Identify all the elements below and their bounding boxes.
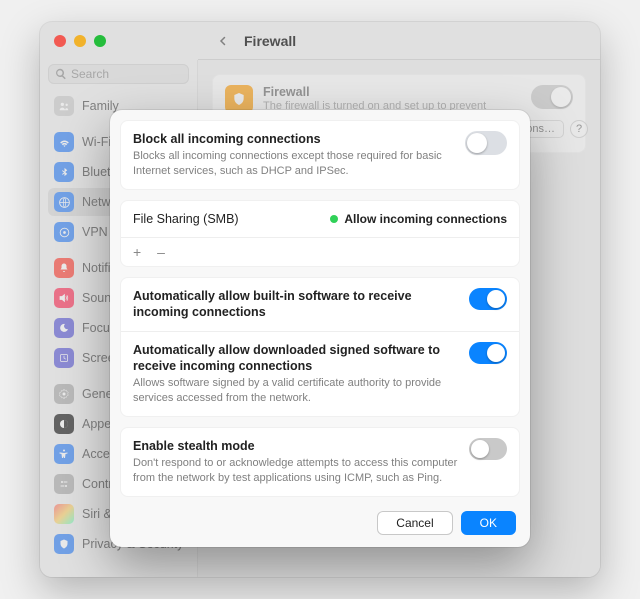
row-file-sharing[interactable]: File Sharing (SMB) Allow incoming connec… bbox=[121, 201, 519, 237]
stealth-toggle[interactable] bbox=[469, 438, 507, 460]
modal-overlay: Block all incoming connections Blocks al… bbox=[40, 22, 600, 577]
auto-signed-desc: Allows software signed by a valid certif… bbox=[133, 376, 459, 406]
row-auto-builtin: Automatically allow built-in software to… bbox=[121, 278, 519, 331]
status-dot-icon bbox=[330, 215, 338, 223]
block-all-desc: Blocks all incoming connections except t… bbox=[133, 149, 455, 179]
row-block-all: Block all incoming connections Blocks al… bbox=[121, 121, 519, 189]
file-sharing-label: File Sharing (SMB) bbox=[133, 211, 320, 227]
auto-signed-title: Automatically allow downloaded signed so… bbox=[133, 342, 459, 375]
row-auto-signed: Automatically allow downloaded signed so… bbox=[121, 331, 519, 416]
add-remove-buttons[interactable]: + – bbox=[133, 244, 171, 260]
file-sharing-status-text: Allow incoming connections bbox=[344, 212, 507, 226]
auto-signed-toggle[interactable] bbox=[469, 342, 507, 364]
firewall-options-dialog: Block all incoming connections Blocks al… bbox=[110, 110, 530, 547]
stealth-desc: Don't respond to or acknowledge attempts… bbox=[133, 456, 459, 486]
add-remove-row: + – bbox=[121, 237, 519, 266]
system-settings-window: Search Family Wi-Fi Bluetooth bbox=[40, 22, 600, 577]
file-sharing-status: Allow incoming connections bbox=[330, 212, 507, 226]
auto-builtin-title: Automatically allow built-in software to… bbox=[133, 288, 459, 321]
cancel-button[interactable]: Cancel bbox=[377, 511, 452, 535]
stealth-title: Enable stealth mode bbox=[133, 438, 459, 454]
ok-button[interactable]: OK bbox=[461, 511, 516, 535]
block-all-toggle[interactable] bbox=[465, 131, 507, 155]
auto-builtin-toggle[interactable] bbox=[469, 288, 507, 310]
row-stealth: Enable stealth mode Don't respond to or … bbox=[121, 428, 519, 496]
block-all-title: Block all incoming connections bbox=[133, 131, 455, 147]
